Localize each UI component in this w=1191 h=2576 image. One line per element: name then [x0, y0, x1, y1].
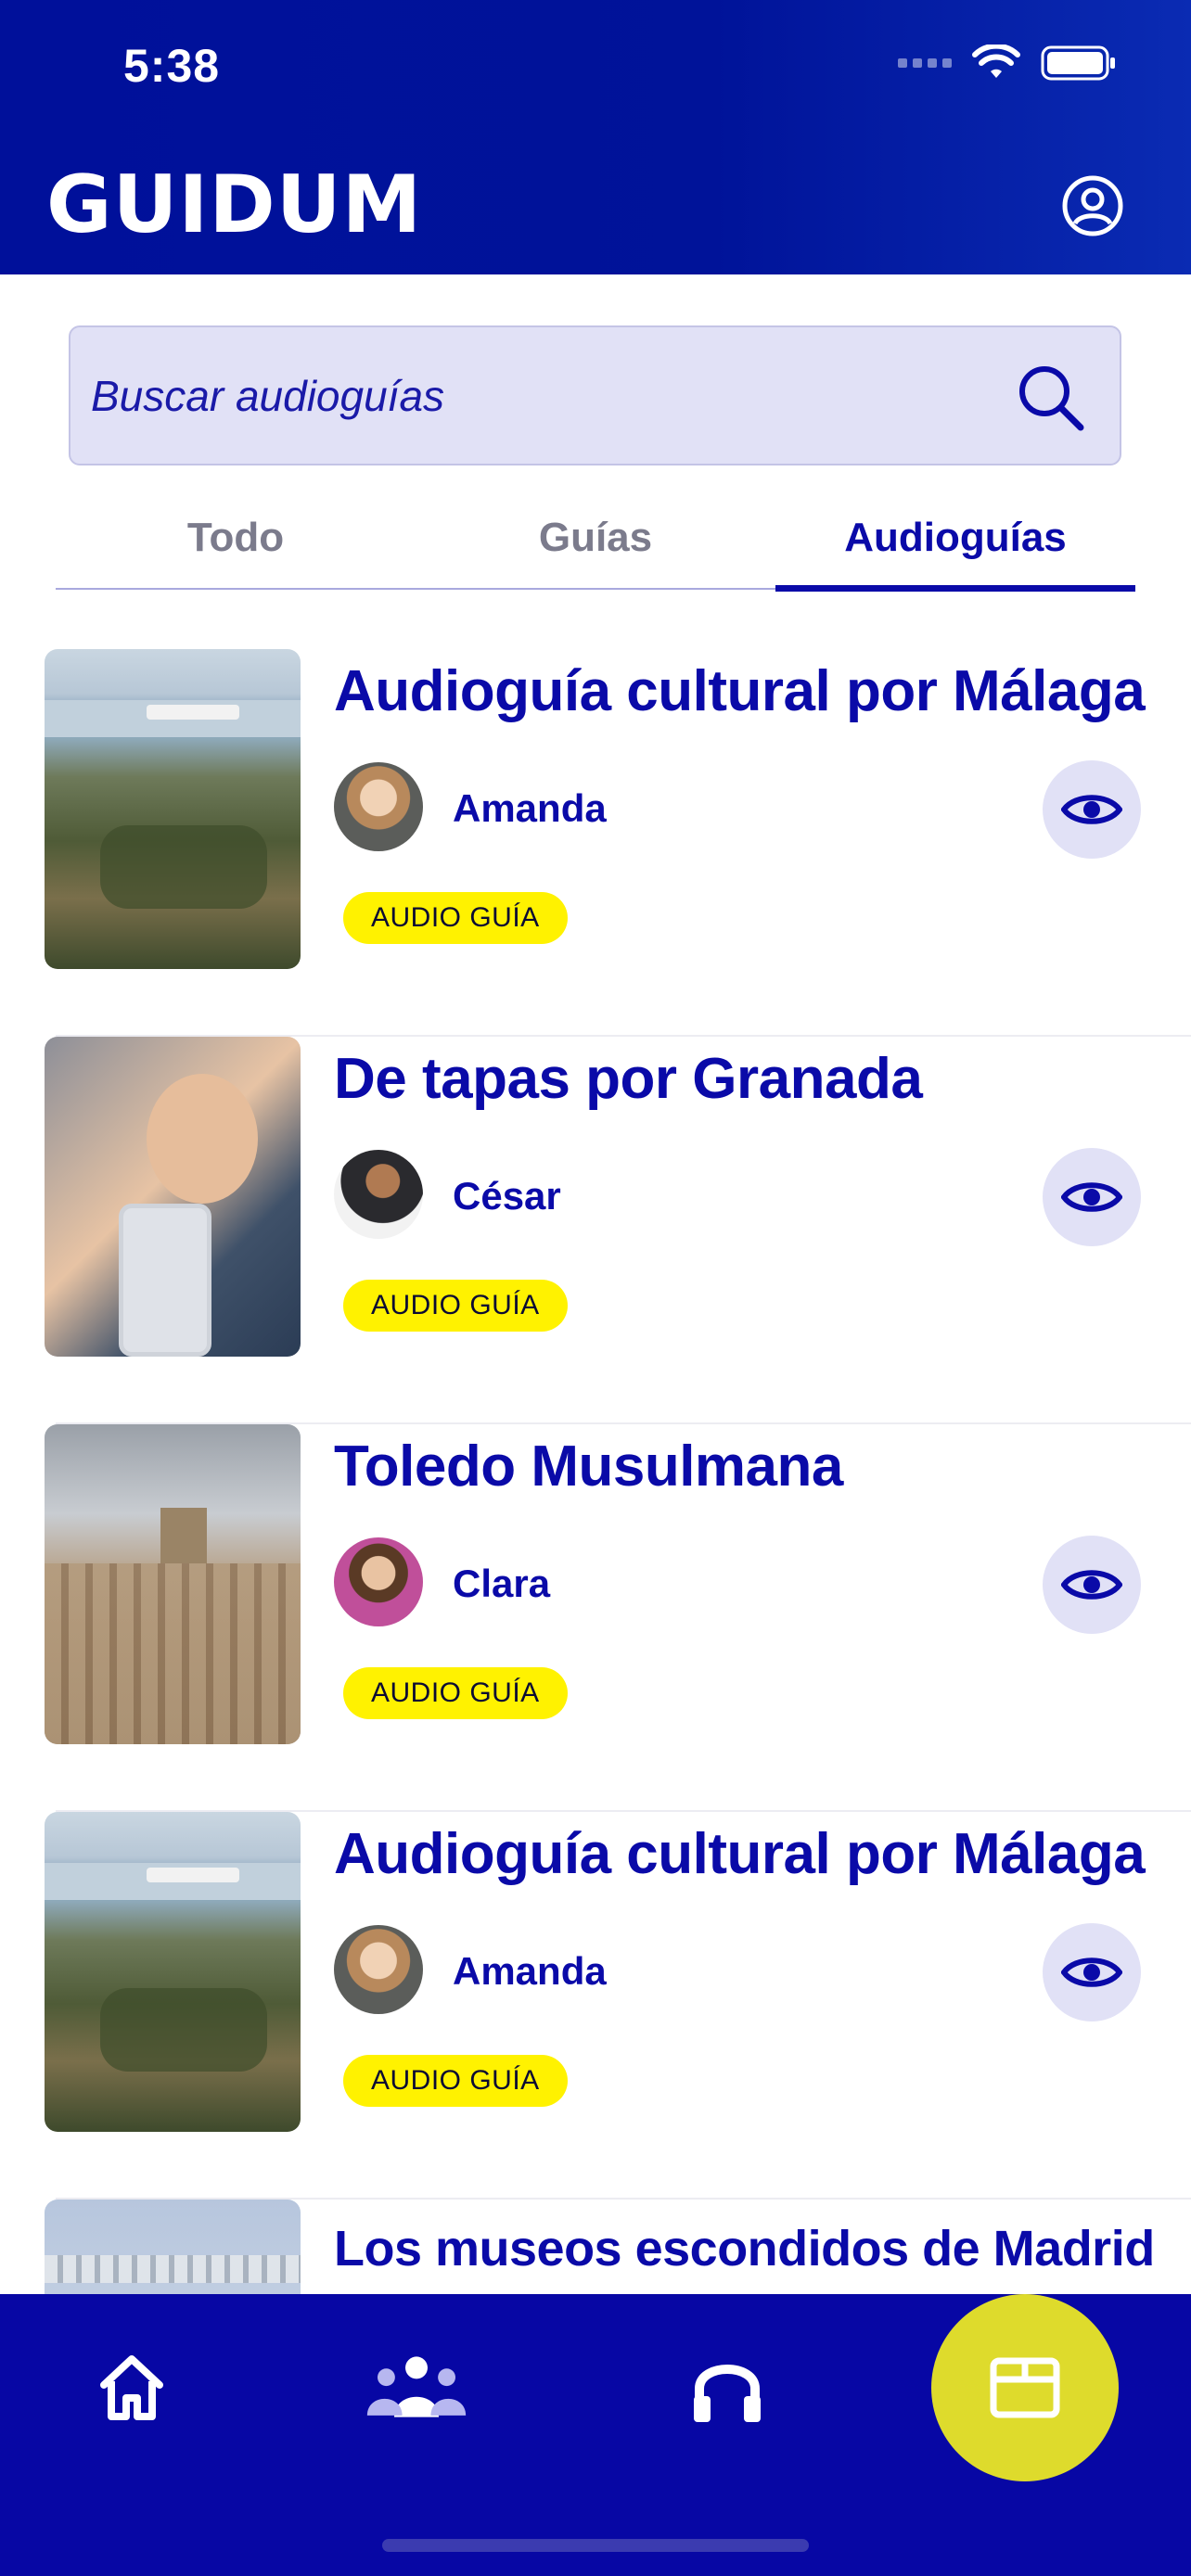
audio-guide-badge: AUDIO GUÍA: [343, 1667, 568, 1719]
nav-audio[interactable]: [672, 2294, 783, 2480]
tab-guias[interactable]: Guías: [416, 491, 775, 584]
audio-guide-badge: AUDIO GUÍA: [343, 892, 568, 944]
item-title[interactable]: Audioguía cultural por Málaga: [334, 1821, 1187, 1887]
cellular-signal-icon: [898, 58, 952, 68]
avatar: [334, 1925, 423, 2014]
avatar: [334, 1150, 423, 1239]
nav-community[interactable]: [361, 2294, 472, 2480]
home-icon: [100, 2355, 163, 2420]
filter-tabs: Todo Guías Audioguías: [56, 491, 1135, 592]
status-time: 5:38: [123, 40, 221, 92]
audio-guide-badge: AUDIO GUÍA: [343, 1280, 568, 1332]
item-title[interactable]: Los museos escondidos de Madrid: [334, 2220, 1187, 2277]
eye-icon: [1061, 795, 1122, 824]
view-button[interactable]: [1043, 760, 1141, 859]
folder-icon: [990, 2357, 1060, 2418]
status-icons: [898, 45, 1117, 82]
app-header: 5:38 GUIDUM: [0, 0, 1191, 274]
toledo-city-photo: [45, 1424, 301, 1744]
profile-icon[interactable]: [1061, 174, 1124, 237]
list-item[interactable]: Los museos escondidos de Madrid: [0, 2200, 1191, 2294]
list-item[interactable]: Audioguía cultural por Málaga Amanda AUD…: [0, 1812, 1191, 2200]
community-icon: [366, 2356, 467, 2417]
view-button[interactable]: [1043, 1536, 1141, 1634]
wifi-icon: [972, 45, 1020, 78]
battery-icon: [1041, 45, 1115, 81]
list-item[interactable]: Audioguía cultural por Málaga Amanda AUD…: [0, 649, 1191, 1037]
item-title[interactable]: Audioguía cultural por Málaga: [334, 658, 1187, 724]
author-name: Amanda: [453, 1949, 607, 1993]
headphones-icon: [694, 2365, 761, 2422]
audioguide-list: Audioguía cultural por Málaga Amanda AUD…: [0, 649, 1191, 2294]
malaga-port-photo: [45, 1812, 301, 2132]
eye-icon: [1061, 1570, 1122, 1600]
author-name: César: [453, 1174, 561, 1218]
search-bar: [69, 325, 1121, 465]
tab-todo[interactable]: Todo: [56, 491, 416, 584]
eye-icon: [1061, 1958, 1122, 1987]
view-button[interactable]: [1043, 1148, 1141, 1246]
list-item[interactable]: De tapas por Granada César AUDIO GUÍA: [0, 1037, 1191, 1424]
item-title[interactable]: De tapas por Granada: [334, 1046, 1187, 1112]
eye-icon: [1061, 1182, 1122, 1212]
nav-home[interactable]: [76, 2294, 187, 2480]
tab-audioguias[interactable]: Audioguías: [775, 491, 1135, 592]
view-button[interactable]: [1043, 1923, 1141, 2021]
avatar: [334, 1537, 423, 1626]
author-name: Amanda: [453, 786, 607, 830]
home-indicator: [382, 2539, 809, 2552]
author-name: Clara: [453, 1562, 551, 1605]
nav-library[interactable]: [931, 2294, 1119, 2481]
woman-phone-photo: [45, 1037, 301, 1357]
madrid-photo: [45, 2200, 301, 2294]
item-title[interactable]: Toledo Musulmana: [334, 1434, 1187, 1499]
malaga-port-photo: [45, 649, 301, 969]
search-icon[interactable]: [1014, 361, 1088, 435]
avatar: [334, 762, 423, 851]
search-input[interactable]: [91, 327, 1018, 464]
list-item[interactable]: Toledo Musulmana Clara AUDIO GUÍA: [0, 1424, 1191, 1812]
guidum-logo: GUIDUM: [46, 159, 423, 251]
audio-guide-badge: AUDIO GUÍA: [343, 2055, 568, 2107]
